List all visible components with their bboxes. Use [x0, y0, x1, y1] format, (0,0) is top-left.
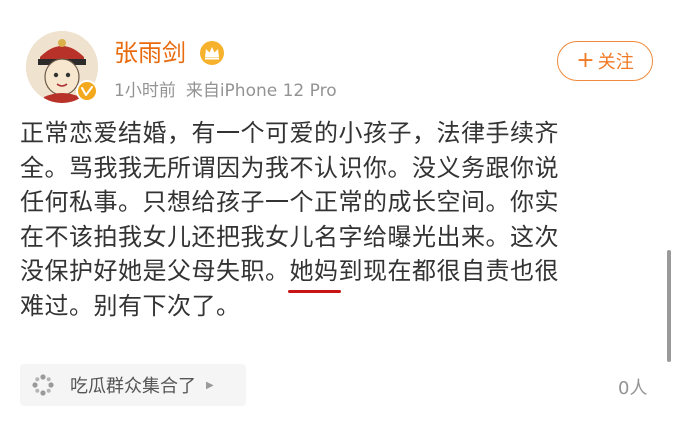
post-text-line: 任何私事。只想给孩子一个正常的成长空间。你实 [20, 188, 559, 216]
scrollbar-thumb[interactable] [667, 250, 671, 362]
post-meta: 1小时前 来自iPhone 12 Pro [114, 80, 337, 102]
topic-chip[interactable]: 吃瓜群众集合了 ▶ [20, 364, 246, 406]
post-timestamp: 1小时前 [114, 81, 176, 101]
username[interactable]: 张雨剑 [114, 38, 186, 68]
post-text-line: 正常恋爱结婚，有一个可爱的小孩子，法律手续齐 [20, 119, 559, 147]
plus-icon: + [576, 48, 595, 73]
verified-badge-icon [76, 80, 98, 102]
post-text: 正常恋爱结婚，有一个可爱的小孩子，法律手续齐 全。骂我我无所谓因为我不认识你。没… [20, 116, 650, 323]
post-text-line: 难过。别有下次了。 [20, 291, 241, 320]
participant-count: 0人 [618, 378, 648, 399]
follow-button-label: 关注 [597, 52, 634, 73]
post-text-segment: 没保护好她是父母失职。 [20, 257, 290, 285]
post-text-segment: 到现在都很自责也很 [338, 257, 559, 285]
red-underline-mark [287, 289, 341, 293]
weibo-post-card: 张雨剑 1小时前 来自iPhone 12 Pro + 关注 正常恋爱结婚，有一个可… [0, 0, 685, 424]
follow-button[interactable]: + 关注 [557, 41, 653, 81]
topic-label: 吃瓜群众集合了 [70, 376, 196, 397]
dots-cluster-icon [30, 372, 56, 398]
underlined-text-label: 她妈 [289, 257, 339, 285]
crown-icon [199, 40, 225, 66]
underlined-text: 她妈 [287, 254, 341, 293]
post-text-line: 没保护好她是父母失职。她妈 到现在都很自责也很 [20, 254, 650, 293]
post-source: 来自iPhone 12 Pro [185, 81, 337, 101]
chevron-right-icon: ▶ [206, 379, 214, 391]
post-text-line: 全。骂我我无所谓因为我不认识你。没义务跟你说 [20, 153, 559, 182]
post-text-line: 在不该拍我女儿还把我女儿名字给曝光出来。这次 [20, 222, 559, 251]
